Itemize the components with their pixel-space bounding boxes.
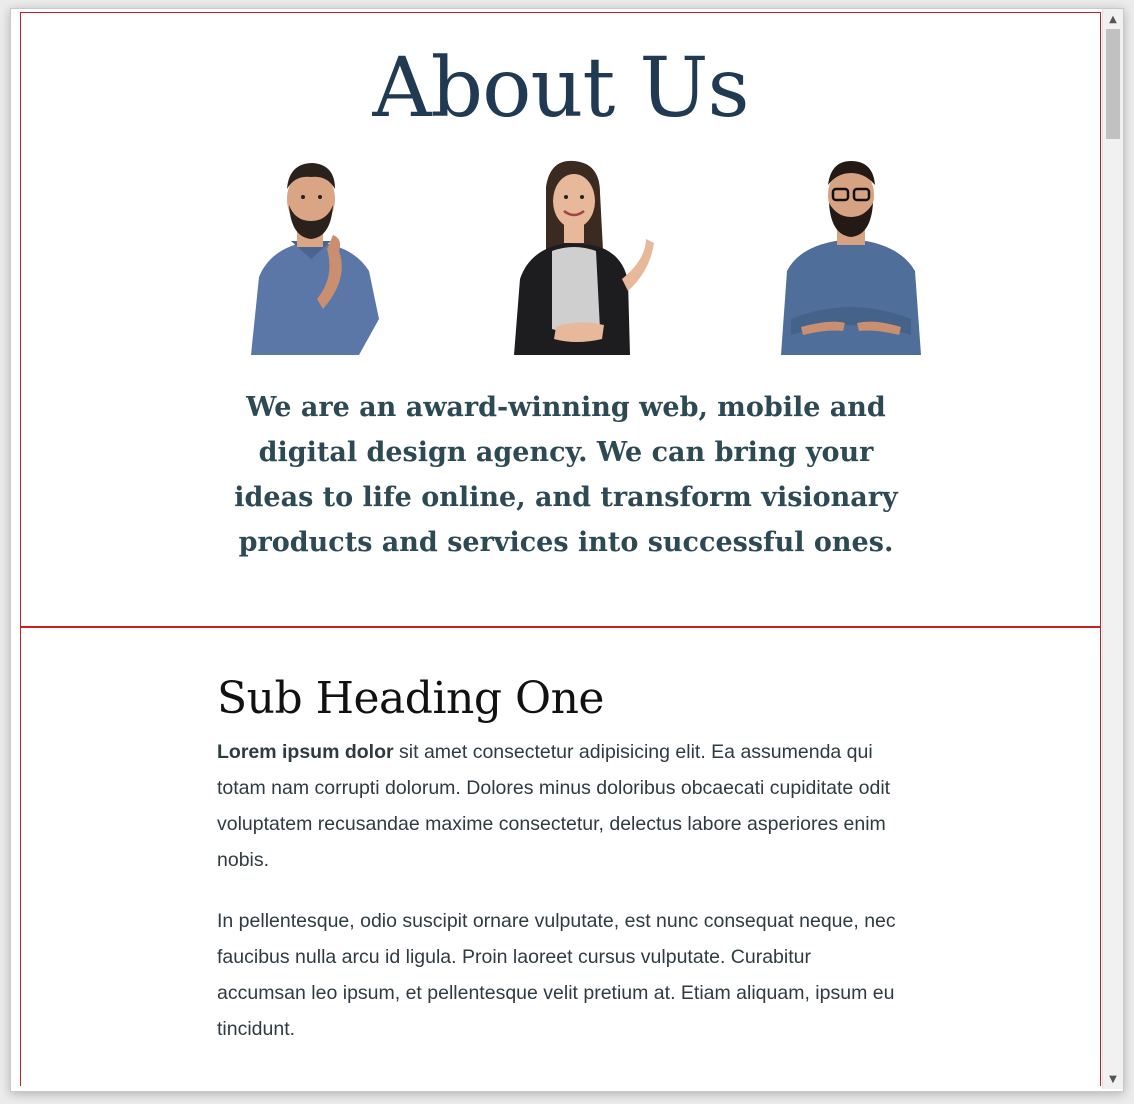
scroll-down-icon[interactable]: ▼: [1103, 1071, 1123, 1087]
vertical-scrollbar[interactable]: ▲ ▼: [1102, 9, 1123, 1089]
about-hero-section: About Us We are an award-winning web, mo…: [21, 13, 1100, 628]
team-member-photo-3: [771, 159, 931, 355]
team-photos: [21, 159, 1100, 355]
paragraph-one-strong: Lorem ipsum dolor: [217, 741, 394, 763]
intro-lead-text: We are an award-winning web, mobile and …: [234, 392, 898, 558]
scrollbar-thumb[interactable]: [1106, 29, 1120, 139]
paragraph-one: Lorem ipsum dolor sit amet consectetur a…: [217, 734, 897, 878]
page-title: About Us: [372, 41, 749, 136]
team-member-photo-1: [231, 159, 391, 355]
browser-window: About Us We are an award-winning web, mo…: [10, 8, 1124, 1092]
paragraph-two: In pellentesque, odio suscipit ornare vu…: [217, 910, 896, 1040]
scroll-up-icon[interactable]: ▲: [1103, 11, 1123, 27]
content-section: Sub Heading One Lorem ipsum dolor sit am…: [217, 673, 897, 1072]
page: About Us We are an award-winning web, mo…: [20, 12, 1101, 1086]
team-member-photo-2: [496, 159, 656, 355]
sub-heading: Sub Heading One: [217, 673, 604, 724]
